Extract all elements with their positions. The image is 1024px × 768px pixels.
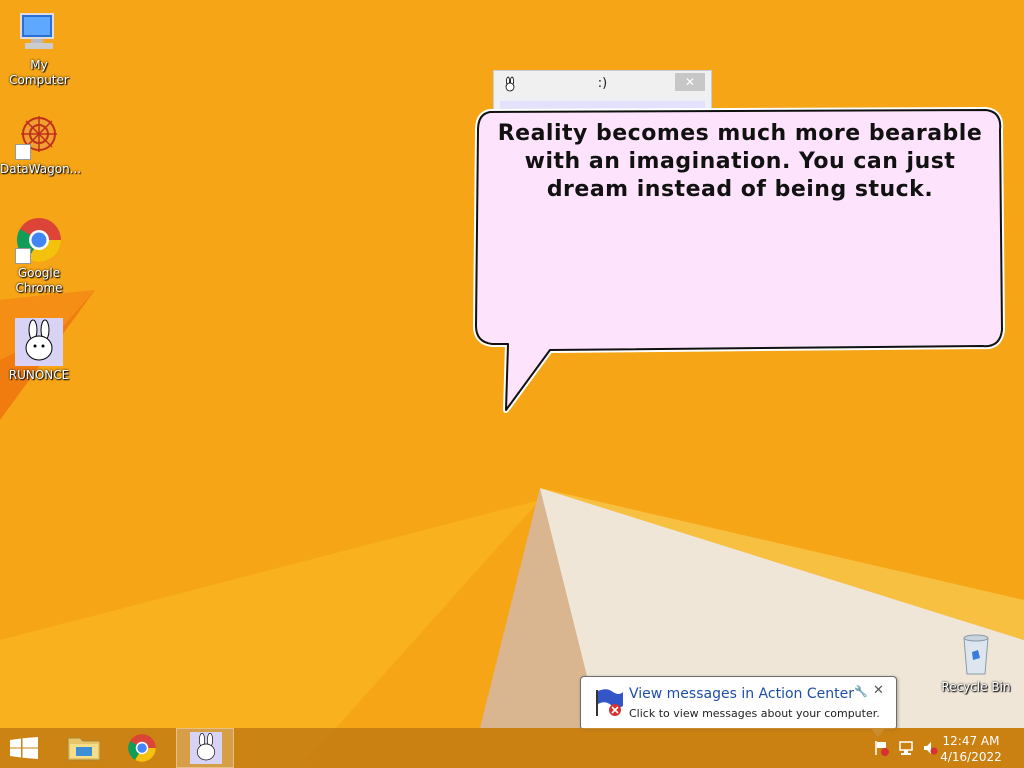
desktop-icon-recycle-bin[interactable]: Recycle Bin [936, 630, 1016, 695]
taskbar-chrome[interactable] [116, 728, 168, 768]
notification-message: Click to view messages about your comput… [629, 707, 880, 720]
desktop-icon-label: Google Chrome [15, 266, 63, 295]
action-center-icon[interactable] [874, 740, 890, 756]
action-center-notification[interactable]: View messages in Action Center Click to … [580, 676, 897, 730]
clock-time: 12:47 AM [942, 734, 1000, 748]
desktop-icon-my-computer[interactable]: My Computer [0, 8, 78, 88]
chrome-icon [128, 734, 156, 762]
datawagon-icon [15, 112, 63, 160]
window-titlebar[interactable]: :) ✕ [494, 71, 711, 97]
close-button[interactable]: ✕ [873, 683, 884, 698]
chrome-icon [15, 216, 63, 264]
taskbar-file-explorer[interactable] [58, 728, 110, 768]
shortcut-arrow-icon [15, 144, 31, 160]
computer-icon [15, 8, 63, 56]
network-icon[interactable] [898, 740, 914, 756]
speech-bubble-text: Reality becomes much more bearable with … [497, 121, 983, 202]
desktop-icon-runonce[interactable]: RUNONCE [0, 318, 78, 383]
clock-date: 4/16/2022 [940, 750, 1002, 764]
desktop-icon-label: My Computer [9, 58, 69, 87]
wrench-icon[interactable]: 🔧 [854, 685, 868, 698]
close-button[interactable]: ✕ [675, 73, 705, 91]
recycle-bin-icon [952, 630, 1000, 678]
desktop-icon-google-chrome[interactable]: Google Chrome [0, 216, 78, 296]
windows-logo-icon [10, 737, 38, 759]
taskbar-runonce[interactable] [176, 728, 234, 768]
bunny-icon [190, 732, 222, 764]
desktop-icon-label: DataWagon... [0, 162, 82, 176]
start-button[interactable] [0, 728, 48, 768]
shortcut-arrow-icon [15, 248, 31, 264]
desktop-icon-datawagon[interactable]: DataWagon... [0, 112, 82, 177]
folder-icon [67, 737, 101, 761]
bunny-icon [15, 318, 63, 366]
taskbar: 12:47 AM 4/16/2022 [0, 728, 1024, 768]
action-center-flag-icon [593, 686, 625, 718]
desktop-icon-label: RUNONCE [8, 368, 70, 382]
desktop-icon-label: Recycle Bin [941, 680, 1011, 694]
notification-title[interactable]: View messages in Action Center [629, 686, 854, 702]
taskbar-clock[interactable]: 12:47 AM 4/16/2022 [936, 733, 1006, 765]
